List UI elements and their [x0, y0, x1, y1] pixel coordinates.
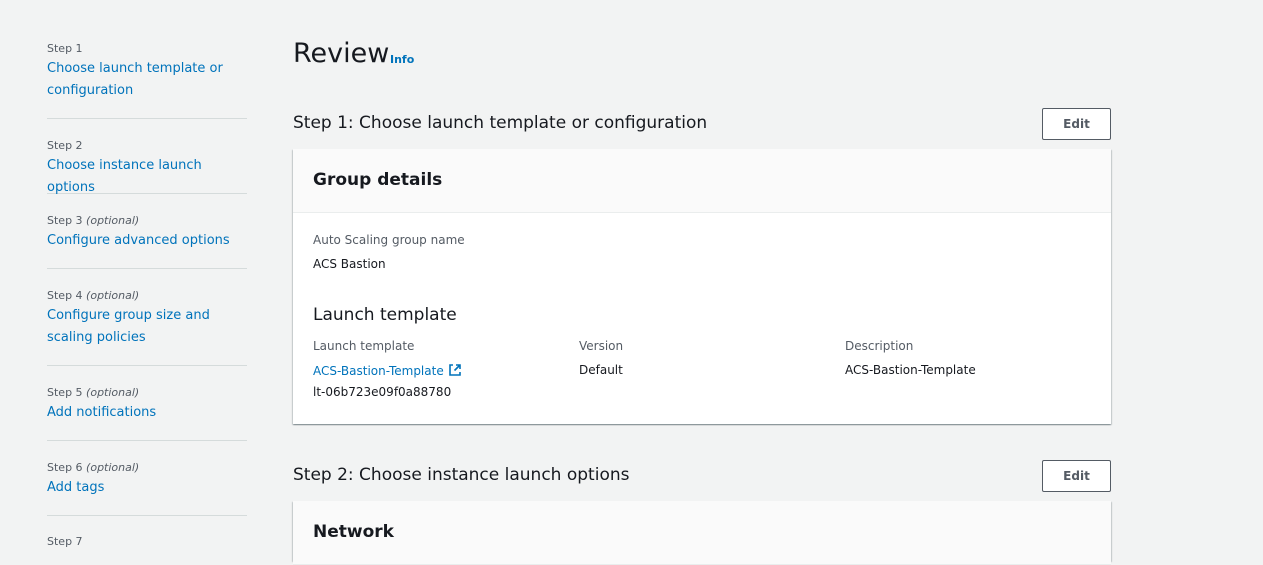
step-number: Step 6 (optional)	[47, 461, 140, 474]
version-value: Default	[579, 363, 623, 377]
wizard-step-2: Step 2 Choose instance launch options	[47, 139, 247, 195]
edit-step-2-button[interactable]: Edit	[1042, 460, 1111, 492]
description-value: ACS-Bastion-Template	[845, 363, 976, 377]
step-link-group-size[interactable]: Configure group size and scaling policie…	[47, 305, 222, 349]
section-title: Step 1: Choose launch template or config…	[293, 113, 708, 133]
wizard-step-4: Step 4 (optional) Configure group size a…	[47, 289, 247, 366]
wizard-step-7: Step 7	[47, 535, 247, 548]
step-number: Step 4 (optional)	[47, 289, 140, 302]
section-title: Step 2: Choose instance launch options	[293, 465, 630, 485]
launch-template-label: Launch template	[313, 339, 415, 353]
asg-name-label: Auto Scaling group name	[313, 233, 465, 247]
wizard-step-5: Step 5 (optional) Add notifications	[47, 386, 247, 441]
card-header: Group details	[293, 149, 1111, 213]
external-link-icon	[448, 363, 462, 380]
step-link-choose-launch-template[interactable]: Choose launch template or configuration	[47, 58, 237, 102]
description-label: Description	[845, 339, 914, 353]
wizard-step-6: Step 6 (optional) Add tags	[47, 461, 247, 516]
step-link-tags[interactable]: Add tags	[47, 477, 247, 499]
step-link-advanced-options[interactable]: Configure advanced options	[47, 230, 247, 252]
launch-template-heading: Launch template	[313, 305, 457, 325]
step-number: Step 3 (optional)	[47, 214, 140, 227]
card-title: Network	[313, 522, 394, 542]
step-number: Step 1	[47, 42, 83, 55]
card-header: Network	[293, 501, 1111, 565]
page-title: Review	[293, 38, 390, 69]
network-card: Network	[293, 501, 1111, 565]
info-link[interactable]: Info	[390, 53, 414, 66]
step-link-instance-launch-options[interactable]: Choose instance launch options	[47, 155, 247, 199]
step-number: Step 5 (optional)	[47, 386, 140, 399]
step-number: Step 7	[47, 535, 83, 548]
edit-step-1-button[interactable]: Edit	[1042, 108, 1111, 140]
section-step-2-header: Step 2: Choose instance launch options E…	[293, 460, 1111, 494]
group-details-card: Group details Auto Scaling group name AC…	[293, 149, 1111, 424]
wizard-step-3: Step 3 (optional) Configure advanced opt…	[47, 214, 247, 269]
step-number: Step 2	[47, 139, 83, 152]
asg-name-value: ACS Bastion	[313, 257, 386, 271]
launch-template-link[interactable]: ACS-Bastion-Template	[313, 363, 462, 380]
section-step-1-header: Step 1: Choose launch template or config…	[293, 108, 1111, 142]
card-title: Group details	[313, 170, 443, 190]
step-link-notifications[interactable]: Add notifications	[47, 402, 247, 424]
wizard-step-1: Step 1 Choose launch template or configu…	[47, 42, 247, 119]
launch-template-id: lt-06b723e09f0a88780	[313, 385, 452, 399]
version-label: Version	[579, 339, 624, 353]
